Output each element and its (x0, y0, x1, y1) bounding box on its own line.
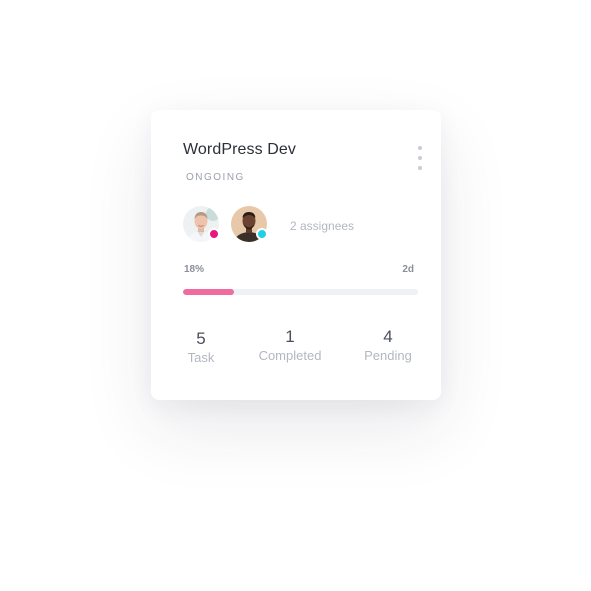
progress-percent: 18% (184, 264, 205, 275)
stat-completed-label: Completed (258, 348, 322, 363)
progress-track (183, 289, 418, 295)
stat-pending: 4 Pending (343, 327, 433, 363)
page-canvas: WordPress Dev ONGOING 2 assignees 18% 2d… (0, 0, 591, 591)
status-label: ONGOING (186, 172, 245, 183)
online-status-dot (208, 228, 220, 240)
stat-task-value: 5 (196, 329, 206, 348)
days-remaining: 2d (402, 264, 414, 275)
assignee-avatar-1[interactable] (183, 206, 220, 242)
stat-task-label: Task (187, 350, 215, 365)
kebab-menu-icon[interactable] (415, 146, 425, 172)
stat-task: 5 Task (156, 329, 246, 365)
assignee-avatar-2[interactable] (231, 206, 268, 242)
project-card[interactable]: WordPress Dev ONGOING 2 assignees 18% 2d… (151, 110, 441, 400)
project-title: WordPress Dev (183, 141, 297, 158)
progress-fill (183, 289, 234, 295)
stat-completed-value: 1 (285, 327, 295, 346)
stat-pending-label: Pending (364, 348, 412, 363)
assignees-count: 2 assignees (290, 219, 355, 233)
online-status-dot (256, 228, 268, 240)
stat-completed: 1 Completed (245, 327, 335, 363)
stat-pending-value: 4 (383, 327, 393, 346)
